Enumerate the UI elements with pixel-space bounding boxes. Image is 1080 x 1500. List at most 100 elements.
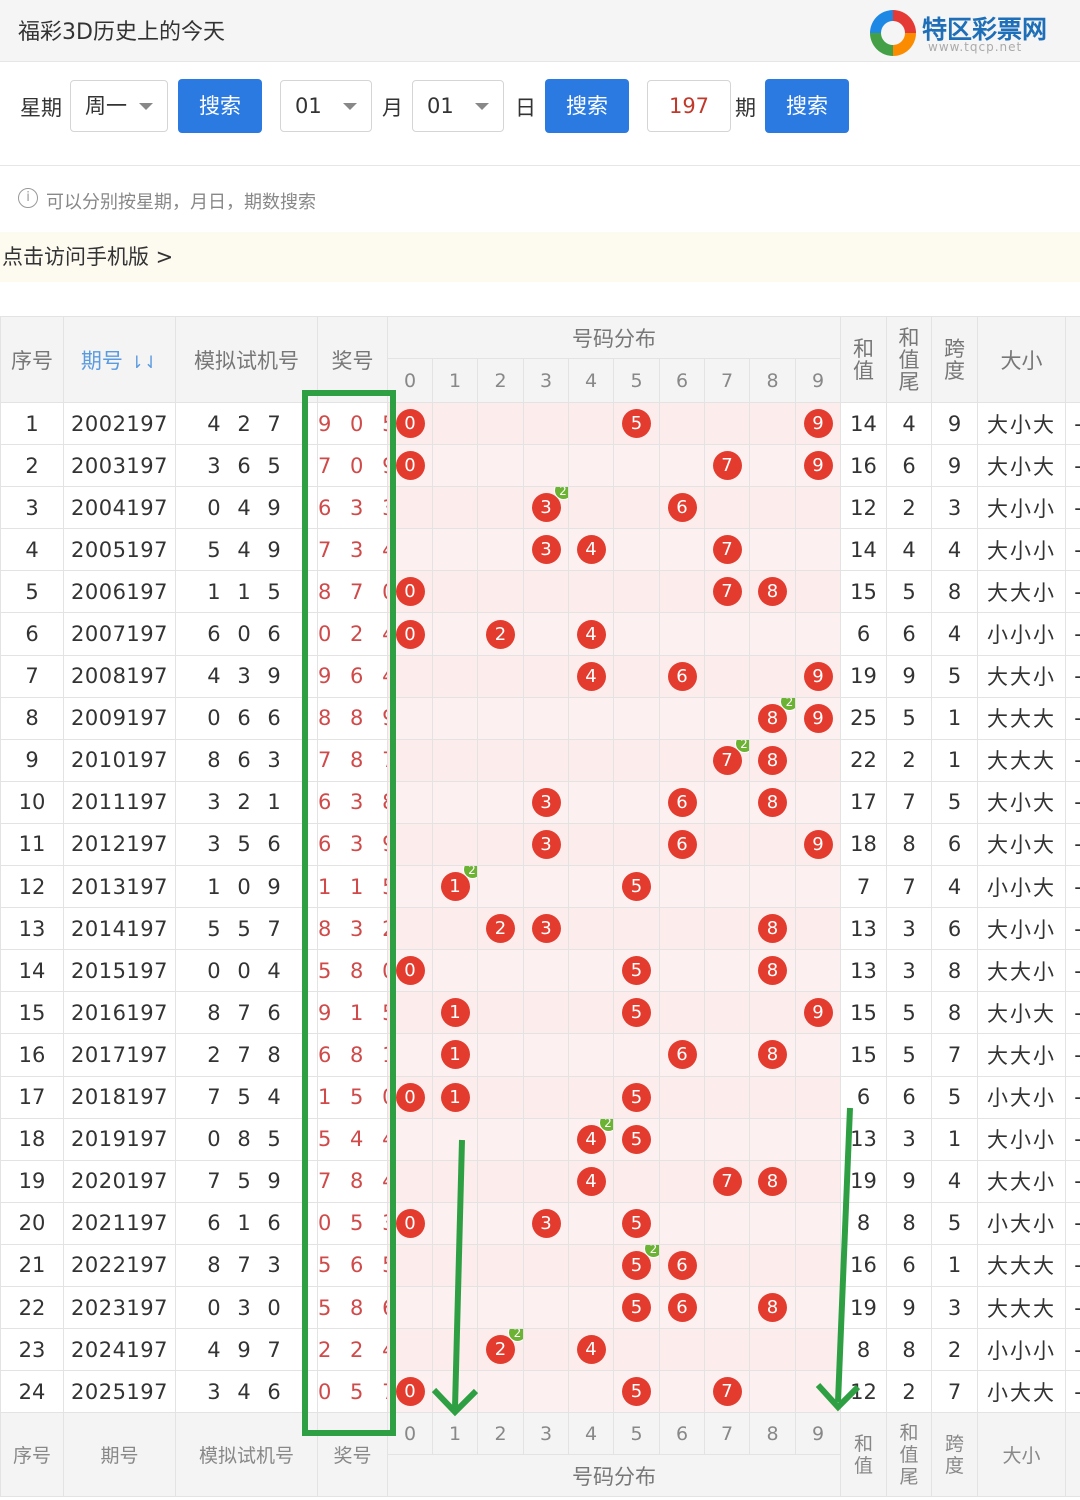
draw-cell: 1 1 5 [317,865,388,909]
cut-cell: - [1065,1328,1080,1372]
dist-cell [795,865,841,909]
table-row: 820091970 6 68 8 9 82 92551大大大- [0,696,1080,740]
dist-cell: 4 [568,654,614,698]
draw-cell: 7 8 4 [317,1159,388,1203]
ball-marker: 7 [712,577,742,607]
digit-header: 3 [523,358,569,403]
dist-cell: 1 [432,991,478,1035]
span-cell: 6 [931,907,978,951]
dist-cell [432,1328,478,1372]
digit-header: 7 [704,358,750,403]
repeat-badge: 2 [508,1329,523,1343]
trial-cell: 4 9 7 [175,1328,318,1372]
issue-input[interactable]: 197 [647,80,731,132]
cut-cell: - [1065,991,1080,1035]
dist-cell: 7 [704,1159,750,1203]
issue-cell: 2025197 [63,1370,176,1414]
sum-cell: 13 [840,1117,887,1161]
ball-marker: 6 [667,1250,697,1280]
issue-cell: 2022197 [63,1243,176,1287]
dist-cell: 0 [387,612,433,656]
site-logo[interactable]: 特区彩票网 www.tqcp.net [870,8,1070,58]
seq-cell: 8 [0,696,64,740]
tail-cell: 6 [886,444,932,488]
weekday-value: 周一 [85,94,127,118]
dist-cell [568,949,614,993]
dist-cell [432,1201,478,1245]
issue-cell: 2018197 [63,1075,176,1119]
search-hint: i 可以分别按星期，月日，期数搜索 [0,166,1080,230]
dist-cell [523,1159,569,1203]
mobile-version-link[interactable]: 点击访问手机版 > [0,232,1080,282]
ball-marker: 52 [622,1245,659,1280]
foot-tail-header: 和值尾 [886,1412,932,1498]
ball-marker: 4 [576,661,606,691]
dist-cell [659,865,705,909]
cut-cell: - [1065,654,1080,698]
cut-cell: - [1065,1159,1080,1203]
span-cell: 9 [931,401,978,446]
tail-cell: 6 [886,612,932,656]
tail-cell: 6 [886,1243,932,1287]
dist-cell [795,907,841,951]
dist-cell: 5 [613,1370,660,1414]
size-cell: 小大大 [977,1370,1066,1414]
table-row: 2320241974 9 72 2 4224882小小小- [0,1328,1080,1372]
search-weekday-button[interactable]: 搜索 [178,79,262,133]
dist-cell [568,780,614,824]
cut-cell: - [1065,822,1080,867]
dist-cell [477,1117,524,1161]
issue-cell: 2005197 [63,528,176,572]
weekday-select[interactable]: 周一 [70,80,168,132]
col-size-header: 大小 [977,316,1066,403]
tail-cell: 9 [886,654,932,698]
dist-cell [568,1370,614,1414]
dist-cell: 5 [613,865,660,909]
dist-cell [432,444,478,488]
dist-cell [795,1159,841,1203]
tail-cell: 5 [886,570,932,614]
dist-cell [523,612,569,656]
tail-cell: 5 [886,991,932,1035]
size-cell: 大大大 [977,738,1066,782]
issue-cell: 2009197 [63,696,176,740]
dist-cell [749,991,796,1035]
ball-marker: 2 [486,619,515,649]
dist-cell [432,907,478,951]
dist-cell [795,612,841,656]
sort-icon[interactable]: ⇂⇃ [130,353,159,373]
draw-cell: 0 5 7 [317,1370,388,1414]
ball-marker: 9 [803,829,833,859]
day-select[interactable]: 01 [412,80,504,132]
dist-cell [749,1328,796,1372]
dist-cell: 7 [704,1370,750,1414]
trial-cell: 1 0 9 [175,865,318,909]
size-cell: 大小小 [977,1117,1066,1161]
dist-cell [704,696,750,740]
dist-cell [387,486,433,530]
size-cell: 大小大 [977,780,1066,824]
col-issue-header[interactable]: 期号 ⇂⇃ [63,316,176,403]
dist-cell [523,1243,569,1287]
col-issue-label: 期号 [80,348,123,373]
dist-cell [387,654,433,698]
dist-cell [568,486,614,530]
span-cell: 9 [931,444,978,488]
dist-cell [387,696,433,740]
dist-cell [477,822,524,867]
ball-marker: 6 [667,829,697,859]
draw-cell: 8 3 2 [317,907,388,951]
span-cell: 7 [931,1033,978,1077]
table-row: 1420151970 0 45 8 00581338大大小- [0,949,1080,993]
search-date-button[interactable]: 搜索 [545,79,629,133]
dist-cell: 2 [477,612,524,656]
dist-cell [477,696,524,740]
seq-cell: 7 [0,654,64,698]
search-issue-button[interactable]: 搜索 [765,79,849,133]
cut-cell: - [1065,1285,1080,1330]
dist-cell: 6 [659,1243,705,1287]
month-select[interactable]: 01 [280,80,372,132]
dist-cell: 5 [613,1075,660,1119]
dist-cell [613,1328,660,1372]
tail-cell: 9 [886,1285,932,1330]
